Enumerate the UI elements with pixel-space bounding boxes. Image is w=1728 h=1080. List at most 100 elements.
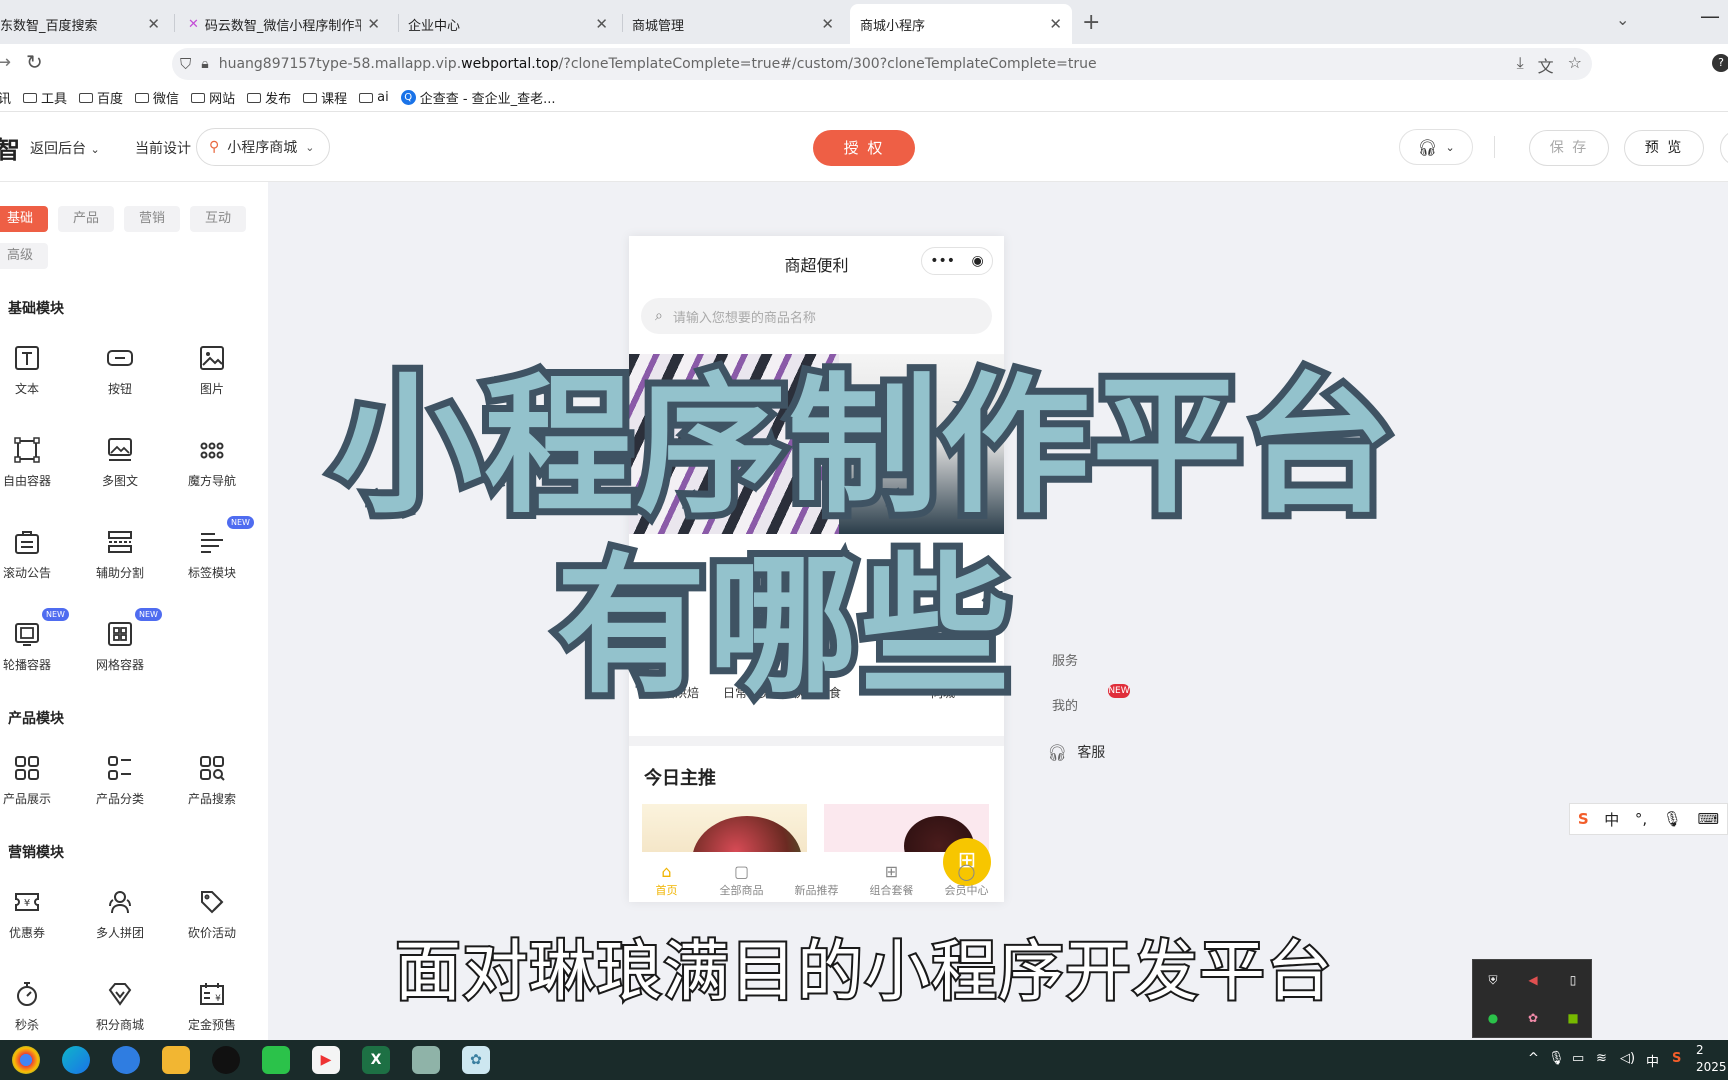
url-field[interactable]: ⛉ 🔒︎ huang897157type-58.mallapp.vip.webp… (172, 48, 1592, 80)
window-minimize-icon[interactable]: — (1700, 4, 1720, 28)
volume-icon[interactable]: ◁) (1620, 1051, 1635, 1066)
bookmark-item[interactable]: 讯 (0, 88, 11, 107)
tab-title: 东数智_百度搜索 (0, 18, 98, 34)
lock-icon[interactable]: 🔒︎ (201, 56, 208, 72)
bookmark-folder-tools[interactable]: 工具 (23, 88, 67, 107)
tab-marketing[interactable]: 营销 (124, 206, 180, 232)
new-tab-plus-icon[interactable]: + (1082, 10, 1100, 35)
tab-basic[interactable]: 基础 (0, 206, 48, 232)
folder-icon (79, 92, 94, 103)
chevron-down-icon: ⌄ (90, 143, 100, 156)
wechat-icon[interactable]: ● (1483, 1008, 1503, 1028)
browser-tab-mall-admin[interactable]: 商城管理 ✕ (622, 4, 844, 44)
chevron-down-icon[interactable]: ⌄ (1616, 10, 1629, 29)
clock[interactable]: 2 2025 (1696, 1042, 1727, 1076)
url-host: webportal.top (461, 56, 559, 72)
browser-app-icon[interactable] (112, 1046, 140, 1074)
side-customer-service[interactable]: 🎧︎ 客服 (1047, 742, 1105, 762)
miniapp-search-bar[interactable]: ⌕ 请输入您想要的商品名称 (641, 298, 992, 334)
tab-interaction[interactable]: 互动 (190, 206, 246, 232)
save-button[interactable]: 保 存 (1529, 130, 1609, 166)
bookmark-folder-sites[interactable]: 网站 (191, 88, 235, 107)
browser-tab-mayun[interactable]: ✕ 码云数智_微信小程序制作平台_ ✕ (178, 4, 390, 44)
section-divider (629, 736, 1004, 746)
ime-punct[interactable]: °, (1635, 810, 1647, 828)
reload-icon[interactable]: ↻ (26, 50, 43, 74)
keyboard-icon[interactable]: ⌨ (1697, 810, 1719, 828)
tab-product[interactable]: 产品 (58, 206, 114, 232)
bookmark-folder-publish[interactable]: 发布 (247, 88, 291, 107)
help-icon[interactable]: ? (1712, 54, 1728, 72)
sogou-tray-icon[interactable]: S (1672, 1051, 1681, 1066)
search-placeholder: 请输入您想要的商品名称 (672, 310, 816, 326)
qq-icon[interactable] (212, 1046, 240, 1074)
tab-advanced[interactable]: 高级 (0, 243, 48, 269)
close-icon[interactable]: ✕ (147, 15, 160, 33)
folder-icon (191, 92, 206, 103)
tab-divider (174, 14, 175, 32)
miniapp-capsule[interactable]: ••• ◉ (921, 247, 993, 275)
speaker-muted-icon[interactable]: ◀ (1523, 970, 1543, 990)
bookmark-folder-baidu[interactable]: 百度 (79, 88, 123, 107)
widget-product-display[interactable]: 产品展示 (0, 754, 72, 807)
section-marketing-modules: 营销模块 (8, 845, 64, 861)
widget-product-search[interactable]: 产品搜索 (167, 754, 257, 807)
display-icon[interactable]: ▭ (1572, 1051, 1584, 1066)
sogou-logo-icon[interactable]: S (1578, 810, 1589, 828)
ime-mode[interactable]: 中 (1604, 809, 1619, 830)
bookmark-folder-wechat[interactable]: 微信 (135, 88, 179, 107)
browser-tab-enterprise[interactable]: 企业中心 ✕ (398, 4, 618, 44)
folder-icon (135, 92, 150, 103)
bookmark-qichacha[interactable]: Q 企查查 - 查企业_查老... (400, 88, 556, 107)
translate-icon[interactable]: 文 (1538, 53, 1554, 77)
wifi-icon[interactable]: ≋ (1596, 1051, 1607, 1066)
wechat-icon[interactable] (262, 1046, 290, 1074)
shield-icon[interactable]: ⛉ (180, 55, 191, 73)
chevron-down-icon: ⌄ (1445, 140, 1455, 154)
file-explorer-icon[interactable] (162, 1046, 190, 1074)
flower-app-icon[interactable]: ✿ (462, 1046, 490, 1074)
user-icon: ◯ (957, 862, 976, 881)
more-button[interactable] (1720, 130, 1728, 166)
browser-tab-baidu[interactable]: 东数智_百度搜索 ✕ (0, 4, 170, 44)
star-icon[interactable]: ☆ (1568, 53, 1582, 77)
widget-product-category[interactable]: 产品分类 (75, 754, 165, 807)
microphone-icon[interactable]: 🎙︎ (1663, 810, 1682, 828)
chrome-icon[interactable] (12, 1046, 40, 1074)
bookmark-folder-ai[interactable]: ai (359, 90, 389, 105)
bookmark-folder-courses[interactable]: 课程 (303, 88, 347, 107)
close-icon[interactable]: ✕ (595, 15, 608, 33)
nvidia-icon[interactable]: ■ (1563, 1008, 1583, 1028)
microphone-icon[interactable]: 🎙︎ (1548, 1051, 1565, 1066)
bookmark-label: 讯 (0, 92, 12, 107)
target-close-icon[interactable]: ◉ (972, 253, 984, 269)
close-icon[interactable]: ✕ (367, 15, 380, 33)
tab-new-products[interactable]: ⊞ 新品推荐 (779, 838, 991, 898)
tab-title: 商城管理 (632, 18, 685, 34)
download-icon[interactable]: ⤓ (1517, 53, 1524, 77)
usb-icon[interactable]: ▯ (1563, 970, 1583, 990)
flower-icon[interactable]: ✿ (1523, 1008, 1543, 1028)
preview-button[interactable]: 预 览 (1624, 130, 1704, 166)
close-icon[interactable]: ✕ (821, 15, 834, 33)
design-selector[interactable]: ⚲ 小程序商城 ⌄ (196, 128, 330, 166)
close-icon[interactable]: ✕ (1049, 15, 1062, 33)
support-dropdown-button[interactable]: 🎧︎ ⌄ (1399, 129, 1473, 165)
more-dots-icon[interactable]: ••• (930, 253, 955, 269)
browser-tab-mall-miniapp[interactable]: 商城小程序 ✕ (850, 4, 1072, 44)
video-editor-icon[interactable]: ▶ (312, 1046, 340, 1074)
excel-icon[interactable]: X (362, 1046, 390, 1074)
tab-label: 会员中心 (944, 884, 989, 897)
chevron-up-icon[interactable]: ^ (1528, 1051, 1539, 1066)
tab-home[interactable]: ⌂ 首页 (629, 862, 704, 898)
ime-language[interactable]: 中 (1646, 1051, 1659, 1070)
tab-combo[interactable]: ⊞ 组合套餐 (854, 862, 929, 898)
back-to-admin-button[interactable]: 返回后台 ⌄ (30, 138, 100, 158)
edge-icon[interactable] (62, 1046, 90, 1074)
authorize-button[interactable]: 授 权 (813, 130, 915, 166)
security-shield-icon[interactable]: ⛨ (1483, 970, 1503, 990)
notes-icon[interactable] (412, 1046, 440, 1074)
tab-member[interactable]: ◯ 会员中心 (929, 862, 1004, 898)
tab-all-products[interactable]: ▢ 全部商品 (704, 862, 779, 898)
forward-arrow-icon[interactable]: → (0, 52, 11, 73)
